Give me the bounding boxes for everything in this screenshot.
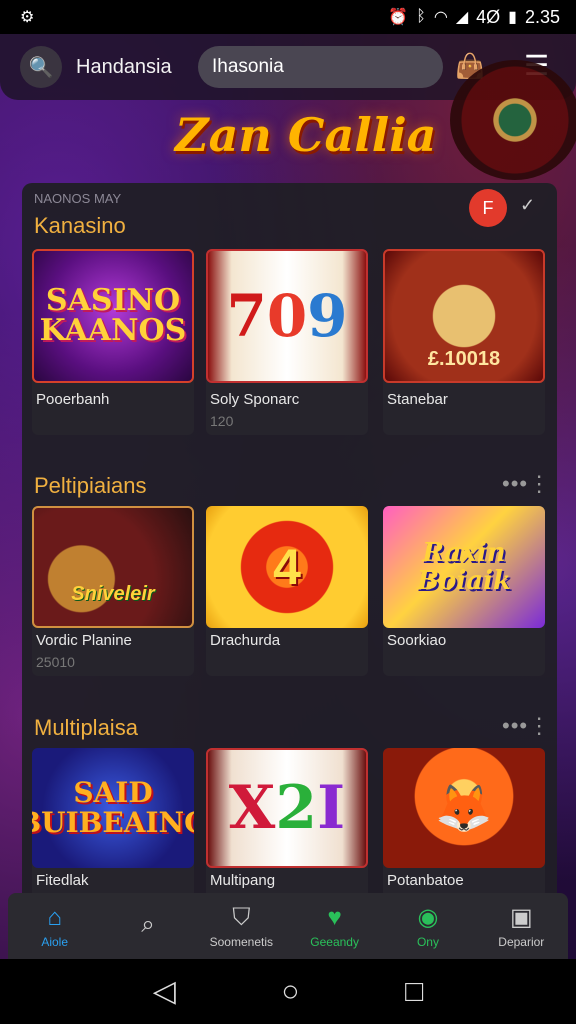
check-icon[interactable]: ✓ — [520, 195, 535, 216]
game-title: Pooerbanh — [36, 391, 110, 408]
system-navigation-bar: ◁ ○ □ — [0, 959, 576, 1024]
search-input[interactable] — [198, 46, 443, 88]
game-thumbnail: 4 — [206, 506, 368, 628]
game-card[interactable]: 4 Drachurda — [206, 506, 368, 676]
nav-label: Aiole — [41, 935, 68, 949]
chip-icon: ◉ — [417, 904, 439, 931]
carrier-text: 4Ø — [476, 6, 501, 27]
wifi-icon: ◠ — [433, 9, 448, 26]
nav-item-home[interactable]: ⌂ Aiole — [10, 903, 100, 949]
game-title: Drachurda — [210, 632, 281, 649]
wallet-icon: ▣ — [509, 904, 533, 931]
nav-item-search[interactable]: ⌕ — [103, 910, 193, 942]
game-thumbnail: Raxin Boiaik — [383, 506, 545, 628]
game-card[interactable]: £.10018 Stanebar — [383, 249, 545, 435]
clock: 2.35 — [524, 6, 560, 27]
game-card[interactable]: 709 Soly Sponarc 120 — [206, 249, 368, 435]
banner-title: Zan Callia — [175, 108, 437, 162]
nav-label: Geeandy — [310, 935, 359, 949]
signal-icon: ◢ — [455, 9, 469, 26]
home-button-icon[interactable]: ○ — [281, 975, 299, 1009]
game-title: Vordic Planine — [36, 632, 132, 649]
game-meta: 25010 — [36, 654, 75, 670]
game-card[interactable]: SAID BUIBEAINO Fitedlak — [32, 748, 194, 898]
game-thumbnail: 🦊 — [383, 748, 545, 868]
game-title: Soly Sponarc — [210, 391, 300, 408]
game-title: Fitedlak — [36, 872, 89, 889]
badge-label: F — [482, 197, 494, 218]
section-title: Kanasino — [34, 213, 126, 238]
section-title: Peltipiaians — [34, 473, 147, 498]
nav-item-wallet[interactable]: ▣ Deparior — [476, 903, 566, 949]
nav-label: Deparior — [498, 935, 545, 949]
recents-icon[interactable]: □ — [405, 975, 423, 1009]
more-options-icon[interactable]: •••⋮ — [502, 471, 551, 497]
nav-label: Ony — [416, 935, 439, 949]
bluetooth-icon: ᛒ — [416, 8, 426, 25]
game-card[interactable]: Sniveleir Vordic Planine 25010 — [32, 506, 194, 676]
game-thumbnail: Sniveleir — [32, 506, 194, 628]
games-panel: NAONOS MAY F ✓ Kanasino SASINO KAANOS Po… — [22, 183, 557, 923]
shield-home-icon: ⛉ — [232, 904, 251, 931]
search-icon: ⌕ — [141, 911, 155, 938]
nav-item-shield[interactable]: ⛉ Soomenetis — [196, 903, 286, 949]
game-meta: 120 — [210, 413, 234, 429]
heart-icon: ♥ — [327, 904, 342, 931]
roulette-wheel-decoration — [450, 60, 576, 180]
nav-label: Soomenetis — [209, 935, 273, 949]
game-title: Stanebar — [387, 391, 448, 408]
section-title: Multiplaisa — [34, 715, 138, 740]
game-card[interactable]: 🦊 Potanbatoe — [383, 748, 545, 898]
notification-badge[interactable]: F — [469, 189, 507, 227]
game-card[interactable]: SASINO KAANOS Pooerbanh — [32, 249, 194, 435]
nav-item-chip[interactable]: ◉ Ony — [383, 903, 473, 949]
brand-name: Handansia — [76, 55, 172, 78]
back-icon[interactable]: ◁ — [153, 974, 176, 1009]
more-options-icon[interactable]: •••⋮ — [502, 713, 551, 739]
notification-icon: ⚙ — [20, 9, 35, 26]
game-thumbnail: SAID BUIBEAINO — [32, 748, 194, 868]
status-bar: ⚙ ⏰ ᛒ ◠ ◢ 4Ø ▮ 2.35 — [0, 0, 576, 34]
nav-item-favorites[interactable]: ♥ Geeandy — [290, 903, 380, 949]
game-thumbnail: X2I — [206, 748, 368, 868]
game-thumbnail: £.10018 — [383, 249, 545, 383]
game-card[interactable]: X2I Multipang — [206, 748, 368, 898]
panel-subtitle: NAONOS MAY — [34, 191, 122, 206]
game-card[interactable]: Raxin Boiaik Soorkiao — [383, 506, 545, 676]
search-icon: 🔍 — [28, 56, 54, 79]
alarm-icon: ⏰ — [388, 9, 409, 26]
game-thumbnail: SASINO KAANOS — [32, 249, 194, 383]
game-title: Potanbatoe — [387, 872, 464, 889]
battery-icon: ▮ — [508, 9, 517, 26]
search-button[interactable]: 🔍 — [20, 46, 62, 88]
game-title: Soorkiao — [387, 632, 447, 649]
home-icon: ⌂ — [47, 904, 62, 931]
bottom-navigation: ⌂ Aiole ⌕ ⛉ Soomenetis ♥ Geeandy ◉ Ony ▣… — [8, 893, 568, 959]
game-title: Multipang — [210, 872, 276, 889]
game-thumbnail: 709 — [206, 249, 368, 383]
